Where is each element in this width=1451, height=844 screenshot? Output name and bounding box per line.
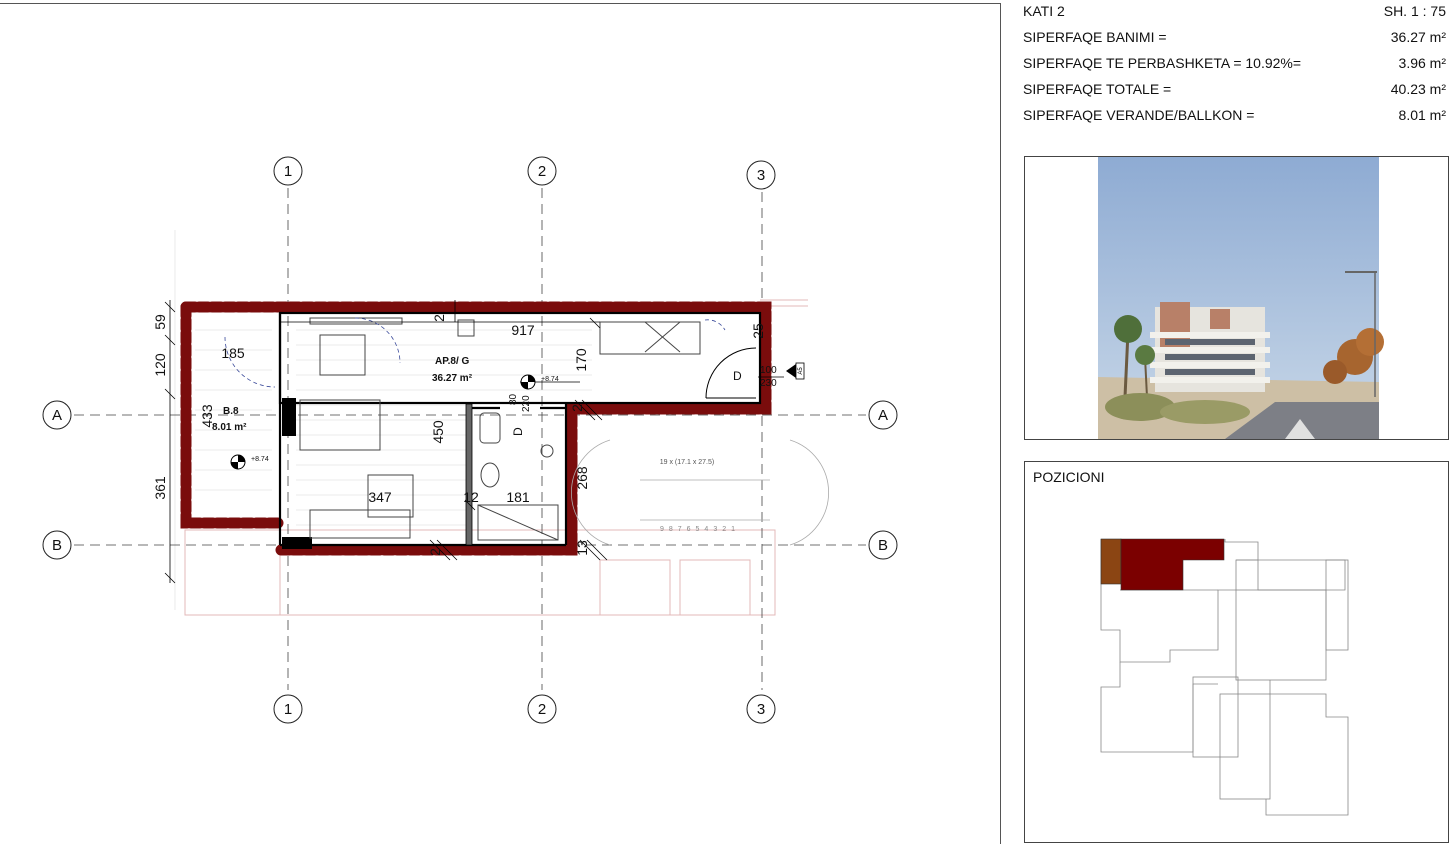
area-row-living: SIPERFAQE BANIMI = 36.27 m² (1023, 29, 1446, 49)
building (1150, 302, 1270, 392)
balcony-id: B.8 (223, 406, 239, 417)
dim-917: 917 (511, 322, 535, 338)
column (282, 398, 296, 436)
key-plan (1100, 538, 1349, 816)
floor-hatch (195, 329, 592, 526)
area-value: 3.96 m² (1398, 55, 1446, 71)
stair-label: 19 x (17.1 x 27.5) (660, 459, 714, 466)
area-label: SIPERFAQE TOTALE = (1023, 81, 1172, 97)
dim-2: 2 (569, 404, 585, 412)
context-lines (184, 299, 808, 616)
grid-label-a-left: A (52, 407, 62, 424)
grid-label-3-top: 3 (757, 167, 765, 184)
dim-181: 181 (506, 489, 530, 505)
door-width: 100 (760, 365, 777, 376)
entry-door (705, 347, 757, 399)
area-value: 36.27 m² (1390, 29, 1446, 45)
sheet-header-row: KATI 2 SH. 1 : 75 (1023, 3, 1446, 23)
area-label: SIPERFAQE BANIMI = (1023, 29, 1167, 45)
dim-13: 13 (574, 540, 590, 556)
grid-label-b-right: B (878, 537, 888, 554)
area-row-total: SIPERFAQE TOTALE = 40.23 m² (1023, 81, 1446, 101)
section-tag: A5 (798, 367, 804, 375)
door-swings (224, 317, 726, 388)
position-panel: POZICIONI (1024, 461, 1449, 843)
dim-12: 12 (463, 489, 479, 505)
dim-170: 170 (573, 348, 589, 372)
grid-label-3-bottom: 3 (757, 701, 765, 718)
bath-door-height: 220 (521, 395, 532, 412)
key-unit (1120, 538, 1225, 591)
grid-label-2-bottom: 2 (538, 701, 546, 718)
grid-label-2-top: 2 (538, 163, 546, 180)
dim-268: 268 (574, 466, 590, 490)
area-label: SIPERFAQE VERANDE/BALLKON = (1023, 107, 1255, 123)
dim-59: 59 (152, 314, 168, 330)
key-balcony (1100, 538, 1122, 585)
section-marker: A5 (786, 362, 805, 380)
dim-2: 2 (431, 314, 447, 322)
area-value: 8.01 m² (1398, 107, 1446, 123)
dim-450: 450 (430, 420, 446, 444)
area-label: SIPERFAQE TE PERBASHKETA = 10.92%= (1023, 55, 1302, 71)
dim-2: 2 (427, 548, 443, 556)
grid-label-a-right: A (878, 407, 888, 424)
door-height: 230 (760, 378, 777, 389)
door-tag: D (733, 369, 742, 383)
dim-25: 25 (750, 323, 766, 339)
dim-120: 120 (152, 353, 168, 377)
grid-label-1-top: 1 (284, 163, 292, 180)
area-value: 40.23 m² (1390, 81, 1446, 97)
dim-185: 185 (221, 345, 245, 361)
dimension-lines (164, 300, 608, 584)
partition-wall (465, 403, 473, 546)
grid-label-b-left: B (52, 537, 62, 554)
level-marker: +8.74 (230, 454, 269, 470)
floor-plan: 1 2 3 1 2 3 A A B B 19 x (17.1 x 27.5) 9… (42, 156, 898, 724)
level-mark-text: +8.74 (541, 376, 559, 383)
furniture (299, 317, 701, 541)
dim-347: 347 (368, 489, 392, 505)
building-render-image (1024, 156, 1449, 440)
balcony-area: 8.01 m² (212, 422, 247, 433)
dim-361: 361 (152, 476, 168, 500)
floor-label: KATI 2 (1023, 3, 1065, 19)
grid-label-1-bottom: 1 (284, 701, 292, 718)
bath-door-width: 80 (508, 393, 519, 405)
column (282, 537, 312, 549)
scale-label: SH. 1 : 75 (1383, 3, 1446, 19)
stair-numbers: 987654321 (660, 526, 740, 533)
area-row-balcony: SIPERFAQE VERANDE/BALLKON = 8.01 m² (1023, 107, 1446, 127)
apartment-area: 36.27 m² (432, 373, 473, 384)
area-row-common: SIPERFAQE TE PERBASHKETA = 10.92%= 3.96 … (1023, 55, 1446, 75)
unit-boundary (180, 301, 772, 556)
door-tag: D (511, 427, 525, 436)
apartment-id: AP.8/ G (435, 356, 469, 367)
level-mark-text: +8.74 (251, 456, 269, 463)
